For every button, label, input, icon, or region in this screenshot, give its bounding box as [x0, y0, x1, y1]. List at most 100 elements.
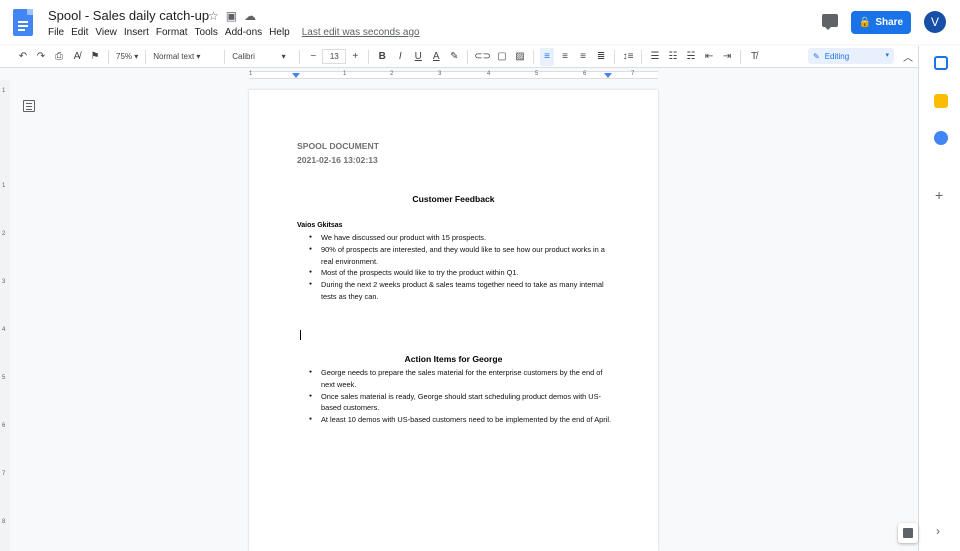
list-item: We have discussed our product with 15 pr… [297, 232, 617, 244]
increase-font-size-icon[interactable]: + [348, 48, 362, 66]
list-item: Most of the prospects would like to try … [297, 267, 617, 279]
share-button[interactable]: 🔒 Share [851, 11, 911, 34]
menu-add-ons[interactable]: Add-ons [225, 27, 262, 38]
share-label: Share [875, 17, 904, 28]
paint-format-icon[interactable]: ⚑ [88, 48, 102, 66]
menu-file[interactable]: File [48, 27, 64, 38]
spellcheck-icon[interactable]: A̸ [70, 48, 84, 66]
header-line-1: SPOOL DOCUMENT [297, 141, 379, 151]
align-right-icon[interactable]: ≡ [576, 48, 590, 66]
action-items-list: George needs to prepare the sales materi… [297, 367, 617, 426]
ruler-number: 5 [535, 71, 539, 77]
left-indent-marker[interactable] [292, 73, 300, 78]
list-item: Once sales material is ready, George sho… [297, 391, 617, 415]
document-page[interactable]: SPOOL DOCUMENT 2021-02-16 13:02:13 Custo… [249, 90, 658, 551]
editing-mode-label: Editing [824, 51, 850, 61]
ruler-number: 4 [487, 71, 491, 77]
cloud-status-icon[interactable]: ☁ [244, 9, 256, 23]
menu-format[interactable]: Format [156, 27, 188, 38]
document-outline-icon[interactable] [23, 100, 35, 112]
move-folder-icon[interactable]: ▣ [226, 9, 237, 23]
divider [108, 49, 109, 64]
ruler-number: 8 [2, 519, 6, 525]
calendar-icon[interactable] [934, 56, 948, 70]
list-item: George needs to prepare the sales materi… [297, 367, 617, 391]
line-spacing-icon[interactable]: ↕≡ [621, 48, 635, 66]
keep-icon[interactable] [934, 94, 948, 108]
tasks-icon[interactable] [934, 131, 948, 145]
numbered-list-icon[interactable]: ☷ [666, 48, 680, 66]
paragraph-style-select[interactable]: Normal text ▾ [150, 52, 220, 61]
add-on-plus-icon[interactable]: + [935, 187, 943, 203]
side-panel: + › [918, 46, 960, 551]
divider [145, 49, 147, 64]
menu-edit[interactable]: Edit [71, 27, 88, 38]
bulleted-list-icon[interactable]: ☵ [684, 48, 698, 66]
right-indent-marker[interactable] [604, 73, 612, 78]
document-title[interactable]: Spool - Sales daily catch-up [48, 8, 209, 23]
horizontal-ruler[interactable]: 1 1 2 3 4 5 6 7 [249, 71, 658, 79]
menu-bar: File Edit View Insert Format Tools Add-o… [48, 27, 427, 38]
menu-insert[interactable]: Insert [124, 27, 149, 38]
header-line-2: 2021-02-16 13:02:13 [297, 155, 378, 165]
hide-menus-icon[interactable]: ︿ [903, 49, 913, 64]
paragraph-style-value: Normal text [153, 52, 195, 61]
decrease-font-size-icon[interactable]: − [306, 48, 320, 66]
underline-icon[interactable]: U [411, 48, 425, 66]
clear-formatting-icon[interactable]: T̸ [747, 48, 761, 66]
menu-help[interactable]: Help [269, 27, 290, 38]
avatar[interactable]: V [924, 11, 946, 33]
divider [740, 49, 742, 64]
feedback-list: We have discussed our product with 15 pr… [297, 232, 617, 303]
text-color-icon[interactable]: A [429, 48, 443, 66]
explore-icon [903, 528, 913, 538]
ruler-number: 2 [390, 71, 394, 77]
divider [299, 49, 301, 64]
bold-icon[interactable]: B [375, 48, 389, 66]
ruler-number: 2 [2, 231, 6, 237]
increase-indent-icon[interactable]: ⇥ [720, 48, 734, 66]
ruler-number: 1 [343, 71, 347, 77]
ruler-number: 1 [249, 71, 253, 77]
ruler-number: 1 [2, 183, 6, 189]
ruler-number: 7 [631, 71, 635, 77]
italic-icon[interactable]: I [393, 48, 407, 66]
undo-icon[interactable]: ↶ [16, 48, 30, 66]
explore-button[interactable] [898, 523, 918, 543]
add-comment-icon[interactable]: ▢ [495, 48, 509, 66]
menu-view[interactable]: View [95, 27, 117, 38]
last-edit-link[interactable]: Last edit was seconds ago [302, 27, 420, 38]
align-center-icon[interactable]: ≡ [558, 48, 572, 66]
ruler-number: 6 [2, 423, 6, 429]
font-value: Calibri [232, 52, 255, 61]
chevron-down-icon: ▾ [885, 52, 889, 59]
align-left-icon[interactable]: ≡ [540, 47, 555, 66]
divider [467, 49, 469, 64]
justify-icon[interactable]: ≣ [594, 48, 608, 66]
checklist-icon[interactable]: ☰ [648, 48, 662, 66]
zoom-select[interactable]: 75% ▾ [113, 52, 141, 61]
comment-history-icon[interactable] [822, 14, 838, 30]
decrease-indent-icon[interactable]: ⇤ [702, 48, 716, 66]
print-icon[interactable]: ⎙ [52, 48, 66, 66]
editing-mode-select[interactable]: ✎ Editing ▾ [808, 48, 894, 64]
insert-image-icon[interactable]: ▨ [513, 48, 527, 66]
docs-logo-icon[interactable] [13, 9, 33, 36]
link-icon[interactable]: ⊂⊃ [474, 48, 491, 66]
menu-tools[interactable]: Tools [195, 27, 218, 38]
ruler-number: 4 [2, 327, 6, 333]
document-header: SPOOL DOCUMENT 2021-02-16 13:02:13 [297, 139, 379, 167]
star-icon[interactable]: ☆ [208, 9, 219, 23]
highlight-icon[interactable]: ✎ [447, 48, 461, 66]
chevron-right-icon[interactable]: › [936, 524, 940, 538]
list-item: At least 10 demos with US-based customer… [297, 414, 617, 426]
ruler-number: 7 [2, 471, 6, 477]
toolbar: ↶ ↷ ⎙ A̸ ⚑ 75% ▾ Normal text ▾ Calibri ▾… [0, 46, 918, 68]
author-name: Vaios Gkitsas [297, 222, 343, 229]
redo-icon[interactable]: ↷ [34, 48, 48, 66]
font-select[interactable]: Calibri ▾ [229, 52, 295, 61]
font-size-input[interactable]: 13 [322, 49, 347, 64]
divider [224, 49, 226, 64]
vertical-ruler[interactable]: 1 1 2 3 4 5 6 7 8 [0, 80, 10, 551]
list-item: 90% of prospects are interested, and the… [297, 244, 617, 268]
